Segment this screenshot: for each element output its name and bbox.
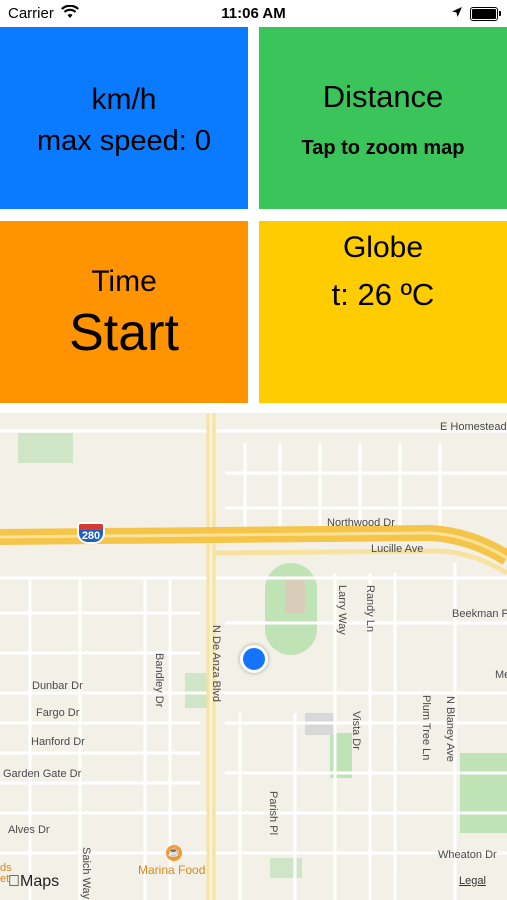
zoom-map-hint: Tap to zoom map [301,137,465,159]
highway-280-shield: 280 [77,522,105,544]
street-label-lucille: Lucille Ave [371,543,424,555]
location-arrow-icon [451,5,463,22]
start-button[interactable]: Start [0,303,248,363]
street-label-randy-ln: Randy Ln [364,585,376,633]
clock: 11:06 AM [221,5,286,22]
time-tile[interactable]: Time Start [0,221,248,403]
street-label-wheaton: Wheaton Dr [438,849,497,861]
max-speed-value: max speed: 0 [36,125,212,157]
street-label-alves: Alves Dr [8,824,50,836]
distance-title: Distance [322,79,444,114]
street-label-hanford: Hanford Dr [31,736,85,748]
street-label-plum-tree: Plum Tree Ln [420,695,432,761]
street-label-fargo: Fargo Dr [36,707,80,719]
temperature-value: t: 26 ºC [331,277,435,312]
street-label-n-blaney: N Blaney Ave [444,696,456,762]
restaurant-icon[interactable]: ☕ [166,845,182,861]
street-label-northwood: Northwood Dr [327,517,395,529]
apple-logo-icon:  [8,873,20,890]
legal-link[interactable]: Legal [459,875,486,887]
street-label-garden-gate: Garden Gate Dr [3,768,82,780]
distance-tile[interactable]: Distance Tap to zoom map [259,27,507,209]
speed-unit: km/h [91,83,157,116]
status-bar: Carrier 11:06 AM [0,0,507,26]
street-label-vista: Vista Dr [350,711,362,750]
maps-logo: Maps [8,873,59,890]
street-label-bandley: Bandley Dr [153,653,165,708]
street-label-beekman: Beekman Pl [452,608,507,620]
time-title: Time [91,265,157,298]
battery-icon [470,7,501,21]
street-label-saich: Saich Way [80,847,92,900]
street-label-larry-way: Larry Way [336,585,348,635]
street-label-me: Me [495,669,507,681]
street-label-parish: Parish Pl [267,791,279,836]
street-label-e-homestead: E Homestead [440,421,507,433]
street-label-dunbar: Dunbar Dr [32,680,83,692]
map-view[interactable]: 280 E Homestead Northwood Dr Lucille Ave… [0,413,507,900]
globe-title: Globe [342,231,424,264]
globe-tile[interactable]: Globe t: 26 ºC [259,221,507,403]
user-location-dot [240,645,268,673]
street-label-n-de-anza: N De Anza Blvd [210,625,222,703]
poi-label-marina-food[interactable]: Marina Food [138,863,205,877]
speed-tile[interactable]: km/h max speed: 0 [0,27,248,209]
